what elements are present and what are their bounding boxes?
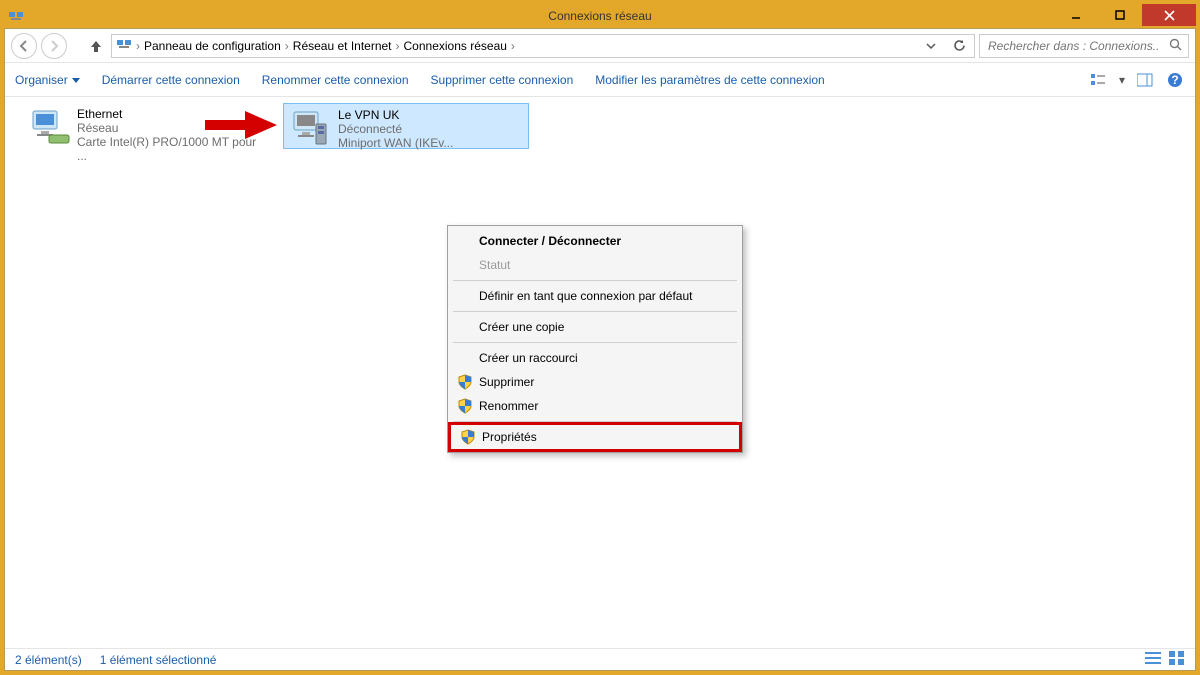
context-delete[interactable]: Supprimer xyxy=(451,370,739,394)
window-title: Connexions réseau xyxy=(548,9,651,23)
context-set-default[interactable]: Définir en tant que connexion par défaut xyxy=(451,284,739,308)
context-create-copy[interactable]: Créer une copie xyxy=(451,315,739,339)
chevron-right-icon[interactable]: › xyxy=(511,39,515,53)
details-view-icon[interactable] xyxy=(1145,651,1161,668)
context-properties[interactable]: Propriétés xyxy=(451,425,739,449)
context-menu: Connecter / Déconnecter Statut Définir e… xyxy=(447,225,743,453)
view-options-icon[interactable] xyxy=(1089,70,1109,90)
address-bar[interactable]: › Panneau de configuration › Réseau et I… xyxy=(111,34,975,58)
organize-menu[interactable]: Organiser xyxy=(15,73,80,87)
chevron-right-icon[interactable]: › xyxy=(136,39,140,53)
chevron-right-icon[interactable]: › xyxy=(396,39,400,53)
chevron-right-icon[interactable]: › xyxy=(285,39,289,53)
start-connection-button[interactable]: Démarrer cette connexion xyxy=(102,73,240,87)
window-controls xyxy=(1054,4,1196,28)
maximize-button[interactable] xyxy=(1098,4,1142,26)
close-button[interactable] xyxy=(1142,4,1196,26)
preview-pane-icon[interactable] xyxy=(1135,70,1155,90)
separator xyxy=(453,280,737,281)
large-icons-view-icon[interactable] xyxy=(1169,651,1185,668)
vpn-adapter-icon xyxy=(290,108,332,146)
separator xyxy=(453,342,737,343)
window-frame: Connexions réseau › Panneau de configura… xyxy=(0,0,1200,675)
context-connect[interactable]: Connecter / Déconnecter xyxy=(451,229,739,253)
up-button[interactable] xyxy=(85,35,107,57)
context-rename[interactable]: Renommer xyxy=(451,394,739,418)
back-button[interactable] xyxy=(11,33,37,59)
help-icon[interactable]: ? xyxy=(1165,70,1185,90)
connection-status: Déconnecté xyxy=(338,122,453,136)
uac-shield-icon xyxy=(457,398,473,417)
search-icon[interactable] xyxy=(1169,38,1182,54)
uac-shield-icon xyxy=(457,374,473,393)
forward-button[interactable] xyxy=(41,33,67,59)
search-input[interactable] xyxy=(986,38,1161,54)
breadcrumb-item[interactable]: Connexions réseau xyxy=(404,39,507,53)
uac-shield-icon xyxy=(460,429,476,448)
dropdown-button[interactable] xyxy=(920,35,942,57)
window-icon xyxy=(8,8,24,24)
rename-connection-button[interactable]: Renommer cette connexion xyxy=(262,73,409,87)
context-create-shortcut[interactable]: Créer un raccourci xyxy=(451,346,739,370)
status-bar: 2 élément(s) 1 élément sélectionné xyxy=(5,648,1195,670)
content-area[interactable]: Ethernet Réseau Carte Intel(R) PRO/1000 … xyxy=(5,97,1195,648)
selection-count: 1 élément sélectionné xyxy=(100,653,217,667)
context-status: Statut xyxy=(451,253,739,277)
title-bar[interactable]: Connexions réseau xyxy=(4,4,1196,28)
location-icon xyxy=(116,36,132,55)
network-adapter-icon xyxy=(29,107,71,145)
refresh-button[interactable] xyxy=(948,35,970,57)
separator xyxy=(453,311,737,312)
window-body: › Panneau de configuration › Réseau et I… xyxy=(4,28,1196,671)
breadcrumb-item[interactable]: Panneau de configuration xyxy=(144,39,281,53)
command-bar: Organiser Démarrer cette connexion Renom… xyxy=(5,63,1195,97)
connection-device: Miniport WAN (IKEv... xyxy=(338,136,453,150)
minimize-button[interactable] xyxy=(1054,4,1098,26)
annotation-highlight: Propriétés xyxy=(448,422,742,452)
delete-connection-button[interactable]: Supprimer cette connexion xyxy=(431,73,574,87)
connection-name: Le VPN UK xyxy=(338,108,453,122)
annotation-arrow-icon xyxy=(205,111,277,142)
chevron-down-icon[interactable]: ▾ xyxy=(1119,73,1125,87)
connection-item-vpn[interactable]: Le VPN UK Déconnecté Miniport WAN (IKEv.… xyxy=(283,103,529,149)
svg-text:?: ? xyxy=(1171,73,1178,87)
breadcrumb-item[interactable]: Réseau et Internet xyxy=(293,39,392,53)
item-count: 2 élément(s) xyxy=(15,653,82,667)
search-box[interactable] xyxy=(979,34,1189,58)
navigation-bar: › Panneau de configuration › Réseau et I… xyxy=(5,29,1195,63)
modify-settings-button[interactable]: Modifier les paramètres de cette connexi… xyxy=(595,73,824,87)
